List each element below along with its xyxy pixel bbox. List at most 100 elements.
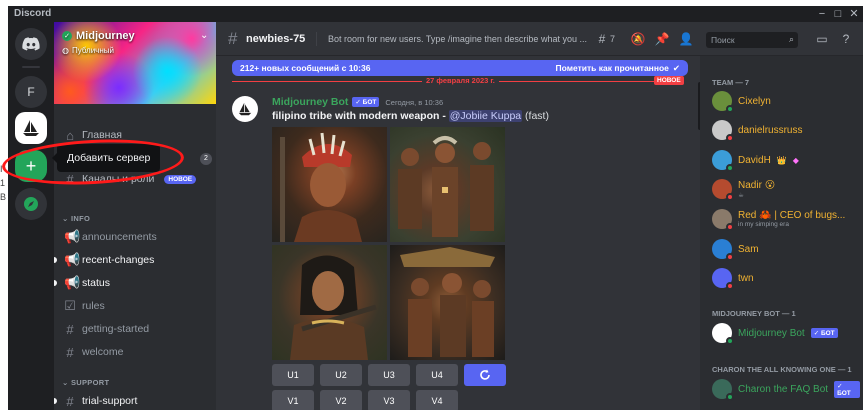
member-danielrussruss[interactable]: danielrussruss <box>712 119 860 142</box>
refresh-icon <box>480 369 490 380</box>
message-time: Сегодня, в 10:36 <box>385 97 444 107</box>
close-button[interactable]: ✕ <box>846 7 862 21</box>
bot-tag: ✓ БОТ <box>810 328 838 338</box>
checkbox-icon: ☑ <box>64 298 76 313</box>
pin-icon[interactable]: 📌 <box>654 31 670 47</box>
member-davidh[interactable]: DavidH 👑 ◆ <box>712 149 860 172</box>
member-list-icon[interactable]: 👤 <box>678 31 694 47</box>
channel-topic[interactable]: Bot room for new users. Type /imagine th… <box>328 34 590 44</box>
member-twn[interactable]: twn <box>712 267 860 290</box>
home-icon: ⌂ <box>66 127 74 143</box>
reroll-button[interactable] <box>464 364 506 386</box>
variation-4-button[interactable]: V4 <box>416 390 458 410</box>
member-nadir[interactable]: Nadir 😮 ☕ <box>712 178 860 201</box>
generated-image-3[interactable] <box>272 245 387 360</box>
charon-header: CHARON THE ALL KNOWING ONE — 1 <box>712 365 852 374</box>
variation-1-button[interactable]: V1 <box>272 390 314 410</box>
variation-3-button[interactable]: V3 <box>368 390 410 410</box>
midjourney-bot-header: MIDJOURNEY BOT — 1 <box>712 309 796 318</box>
avatar <box>712 268 734 290</box>
channel-announcements[interactable]: 📢 announcements <box>64 228 212 246</box>
new-messages-bar[interactable]: 212+ новых сообщений с 10:36 Пометить ка… <box>232 60 688 76</box>
bot-avatar[interactable] <box>232 96 258 122</box>
channel-name: newbies-75 <box>246 33 306 45</box>
team-header: TEAM — 7 <box>712 78 750 87</box>
server-midjourney[interactable] <box>15 112 47 144</box>
user-mention[interactable]: @Jobiie Kuppa <box>448 110 523 122</box>
search-placeholder: Поиск <box>711 35 735 45</box>
rail-separator <box>22 66 40 68</box>
chat-area: # newbies-75 Bot room for new users. Typ… <box>216 22 700 410</box>
channel-recent-changes[interactable]: 📢 recent-changes <box>64 251 212 269</box>
generated-image-2[interactable] <box>390 127 505 242</box>
channel-header: # newbies-75 Bot room for new users. Typ… <box>216 22 700 56</box>
channel-welcome[interactable]: # welcome <box>64 343 212 361</box>
member-cixelyn[interactable]: Cixelyn <box>712 90 860 113</box>
mark-read-icon: ✔ <box>672 62 680 73</box>
avatar <box>712 379 734 401</box>
search-icon: ⌕ <box>788 34 794 44</box>
server-header[interactable]: ✓ Midjourney <box>62 30 135 42</box>
member-charon[interactable]: Charon the FAQ Bot ✓ БОТ <box>712 378 860 401</box>
chevron-down-icon[interactable]: ⌄ <box>200 30 208 41</box>
midjourney-boat-icon <box>238 102 252 116</box>
help-icon[interactable]: ? <box>838 31 854 47</box>
midjourney-boat-icon <box>23 120 39 136</box>
bot-tag: ✓ БОТ <box>352 97 380 107</box>
megaphone-icon: 📢 <box>64 252 81 267</box>
channel-trial-support[interactable]: # trial-support <box>64 392 212 410</box>
upscale-3-button[interactable]: U3 <box>368 364 410 386</box>
unread-indicator <box>54 257 57 263</box>
hash-icon: # <box>66 393 74 409</box>
image-grid[interactable] <box>272 127 505 360</box>
member-sam[interactable]: Sam <box>712 238 860 261</box>
globe-icon: ◍ <box>62 46 69 55</box>
search-input[interactable]: Поиск ⌕ <box>706 32 798 48</box>
divider <box>316 32 317 46</box>
avatar <box>712 179 734 201</box>
maximize-button[interactable]: □ <box>830 7 846 21</box>
date-divider-label: 27 февраля 2023 г. <box>422 76 499 85</box>
member-midjourney-bot[interactable]: Midjourney Bot ✓ БОТ <box>712 322 860 345</box>
channel-rules[interactable]: ☑ rules <box>64 297 212 315</box>
server-f[interactable]: F <box>15 76 47 108</box>
upscale-4-button[interactable]: U4 <box>416 364 458 386</box>
status-emoji-icon: ☕ <box>738 191 744 199</box>
discord-window: Discord − □ ✕ F + ✓ Midjourney ⌄ ◍ Публи… <box>8 6 863 410</box>
category-info[interactable]: ⌄ INFO <box>62 214 90 223</box>
category-support[interactable]: ⌄ SUPPORT <box>62 378 109 387</box>
avatar <box>712 120 734 142</box>
upscale-2-button[interactable]: U2 <box>320 364 362 386</box>
message-author[interactable]: Midjourney Bot ✓ БОТ Сегодня, в 10:36 <box>272 96 443 108</box>
new-messages-text: 212+ новых сообщений с 10:36 <box>240 63 371 73</box>
mention-count-badge: 2 <box>200 153 212 165</box>
crab-icon: 🦀 <box>759 210 772 221</box>
megaphone-icon: 📢 <box>64 275 81 290</box>
mark-as-read-button[interactable]: Пометить как прочитанное ✔ <box>556 63 681 74</box>
public-label: Публичный <box>71 46 114 55</box>
channel-sidebar: ✓ Midjourney ⌄ ◍ Публичный ⌂ Главная 2 #… <box>54 22 216 410</box>
chevron-down-icon: ⌄ <box>62 214 71 223</box>
member-red[interactable]: Red 🦀 | CEO of bugs... in my simping era <box>712 208 860 231</box>
member-list: Поиск ⌕ ▭ ? TEAM — 7 Cixelyn danielrussr… <box>700 22 863 410</box>
generated-image-1[interactable] <box>272 127 387 242</box>
avatar <box>712 91 734 113</box>
home-button[interactable] <box>15 28 47 60</box>
hash-icon: # <box>66 321 74 337</box>
generated-image-4[interactable] <box>390 245 505 360</box>
crown-icon: 👑 <box>776 155 787 165</box>
message-content: filipino tribe with modern weapon - @Job… <box>272 110 549 122</box>
notification-mute-icon[interactable]: 🔕 <box>630 31 646 47</box>
app-title: Discord <box>14 8 52 19</box>
variation-2-button[interactable]: V2 <box>320 390 362 410</box>
server-rail: F + <box>8 22 54 410</box>
header-tools: Поиск ⌕ ▭ ? <box>700 22 863 56</box>
new-flag: НОВОЕ <box>654 76 684 85</box>
minimize-button[interactable]: − <box>814 7 830 21</box>
threads-icon[interactable]: # <box>594 31 610 47</box>
upscale-1-button[interactable]: U1 <box>272 364 314 386</box>
inbox-icon[interactable]: ▭ <box>814 31 830 47</box>
channel-status[interactable]: 📢 status <box>64 274 212 292</box>
channel-getting-started[interactable]: # getting-started <box>64 320 212 338</box>
explore-servers-button[interactable] <box>15 188 47 220</box>
